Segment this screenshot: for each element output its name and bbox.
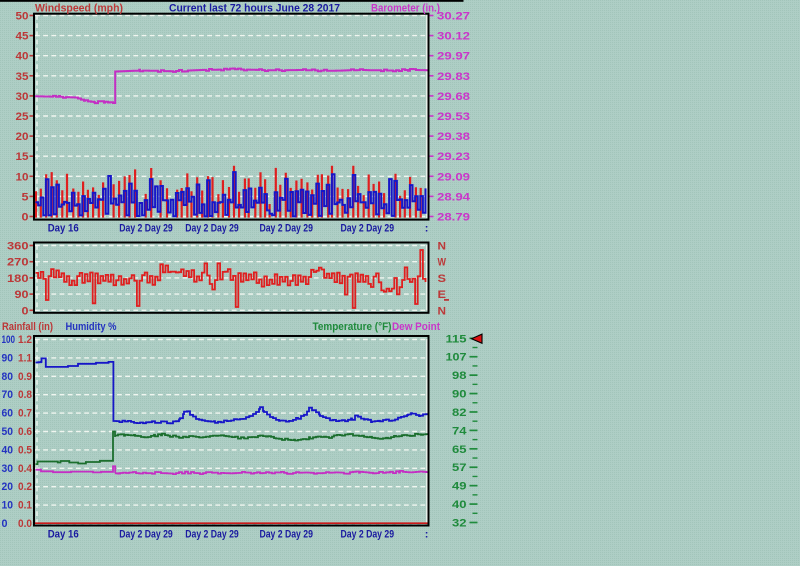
svg-text:49: 49 (452, 481, 467, 493)
svg-text:Temperature (°F): Temperature (°F) (313, 321, 392, 333)
svg-text:0.4: 0.4 (18, 463, 33, 475)
svg-text:40: 40 (16, 51, 29, 63)
svg-text:74: 74 (452, 425, 468, 437)
svg-text:10: 10 (2, 500, 14, 512)
svg-text:W: W (438, 257, 447, 269)
svg-text:28.79: 28.79 (437, 212, 470, 224)
svg-text:100: 100 (2, 334, 16, 346)
svg-text:180: 180 (7, 273, 29, 285)
svg-text:Day 2 Day 29: Day 2 Day 29 (341, 223, 395, 235)
svg-text:25: 25 (16, 111, 29, 123)
svg-text:Day 2 Day 29: Day 2 Day 29 (341, 529, 395, 541)
svg-text:5: 5 (22, 191, 29, 203)
svg-text:0.8: 0.8 (18, 389, 32, 401)
svg-text:Day 2 Day 29: Day 2 Day 29 (185, 223, 239, 235)
svg-text:Humidity %: Humidity % (66, 321, 117, 333)
svg-text:32: 32 (452, 518, 467, 530)
svg-text:0.7: 0.7 (18, 408, 32, 420)
svg-text:98: 98 (452, 370, 467, 382)
svg-text:Day 2 Day 29: Day 2 Day 29 (259, 529, 313, 541)
svg-text:20: 20 (2, 481, 14, 493)
svg-text:0.2: 0.2 (18, 481, 32, 493)
svg-text:1.1: 1.1 (18, 352, 32, 364)
svg-text:Day 16: Day 16 (48, 529, 79, 541)
svg-text:0: 0 (22, 305, 29, 317)
svg-text:30.27: 30.27 (437, 11, 470, 23)
svg-text:29.83: 29.83 (437, 71, 470, 83)
svg-text:29.53: 29.53 (437, 111, 470, 123)
svg-text:29.97: 29.97 (437, 51, 470, 63)
svg-text:Windspeed (mph): Windspeed (mph) (35, 3, 123, 15)
svg-text:30.12: 30.12 (437, 31, 470, 43)
svg-text:Current last 72 hours June 28: Current last 72 hours June 28 2017 (169, 3, 340, 15)
svg-text::: : (425, 223, 429, 235)
svg-text:Day 16: Day 16 (48, 223, 79, 235)
svg-text:0: 0 (2, 518, 8, 530)
svg-text:90: 90 (2, 352, 14, 364)
svg-text:0.9: 0.9 (18, 371, 32, 383)
svg-text:29.68: 29.68 (437, 91, 470, 103)
svg-text::: : (425, 529, 429, 541)
svg-text:107: 107 (446, 352, 467, 364)
svg-text:35: 35 (16, 71, 29, 83)
svg-text:29.09: 29.09 (437, 171, 470, 183)
svg-text:Dew Point: Dew Point (392, 321, 440, 333)
svg-text:S: S (438, 273, 447, 285)
svg-text:0.0: 0.0 (18, 518, 32, 530)
svg-text:45: 45 (16, 31, 29, 43)
svg-text:Barometer (in.): Barometer (in.) (371, 3, 440, 15)
svg-text:50: 50 (2, 426, 14, 438)
svg-text:40: 40 (2, 444, 14, 456)
svg-text:0.5: 0.5 (18, 444, 32, 456)
svg-text:10: 10 (16, 171, 29, 183)
svg-text:40: 40 (452, 499, 467, 511)
svg-text:20: 20 (16, 131, 29, 143)
svg-text:360: 360 (7, 241, 29, 253)
svg-text:270: 270 (7, 257, 29, 269)
svg-text:90: 90 (452, 389, 467, 401)
svg-text:Rainfall (in): Rainfall (in) (2, 321, 53, 333)
svg-text:Day 2 Day 29: Day 2 Day 29 (185, 529, 239, 541)
svg-text:115: 115 (446, 333, 467, 345)
svg-text:29.38: 29.38 (437, 131, 470, 143)
svg-text:N: N (438, 241, 447, 253)
svg-text:Day 2 Day 29: Day 2 Day 29 (259, 223, 313, 235)
svg-text:0: 0 (22, 212, 29, 224)
svg-text:30: 30 (2, 463, 14, 475)
svg-text:0.1: 0.1 (18, 500, 32, 512)
svg-text:50: 50 (16, 11, 29, 23)
svg-text:Day 2 Day 29: Day 2 Day 29 (119, 529, 173, 541)
svg-text:N: N (438, 305, 447, 317)
svg-text:0.6: 0.6 (18, 426, 32, 438)
svg-text:30: 30 (16, 91, 29, 103)
svg-text:82: 82 (452, 407, 467, 419)
svg-text:90: 90 (15, 289, 29, 301)
svg-text:65: 65 (452, 444, 467, 456)
svg-text:80: 80 (2, 371, 14, 383)
svg-text:28.94: 28.94 (437, 191, 471, 203)
svg-text:57: 57 (452, 462, 467, 474)
svg-text:15: 15 (16, 151, 29, 163)
svg-text:29.23: 29.23 (437, 151, 470, 163)
svg-text:60: 60 (2, 408, 14, 420)
svg-text:70: 70 (2, 389, 14, 401)
svg-text:Day 2 Day 29: Day 2 Day 29 (119, 223, 173, 235)
svg-text:1.2: 1.2 (18, 334, 32, 346)
